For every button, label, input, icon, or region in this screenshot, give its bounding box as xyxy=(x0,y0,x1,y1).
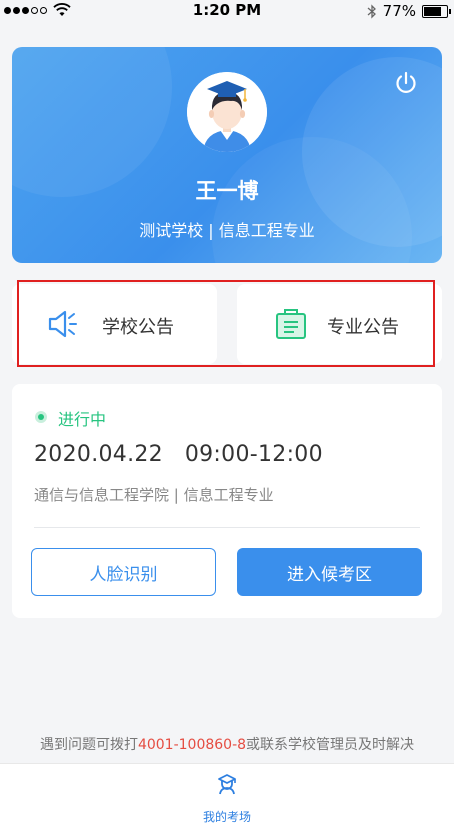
power-icon[interactable] xyxy=(394,71,418,95)
profile-card: 王一博 测试学校 | 信息工程专业 xyxy=(12,47,442,263)
divider xyxy=(34,527,420,528)
notice-row: 学校公告 专业公告 xyxy=(12,284,442,364)
exam-card: 进行中 2020.04.22 09:00-12:00 通信与信息工程学院 | 信… xyxy=(12,384,442,618)
battery-icon xyxy=(422,4,451,18)
speaker-icon xyxy=(48,310,77,338)
school-notice-label: 学校公告 xyxy=(102,317,174,338)
avatar xyxy=(187,72,267,152)
battery-percent: 77% xyxy=(382,2,416,20)
exam-hall-icon xyxy=(218,774,236,795)
major-notice-label: 专业公告 xyxy=(327,317,399,338)
exam-status: 进行中 xyxy=(58,410,107,429)
school-notice-button[interactable]: 学校公告 xyxy=(12,284,217,364)
help-text: 遇到问题可拨打4001-100860-8或联系学校管理员及时解决 xyxy=(0,734,454,754)
user-school-major: 测试学校 | 信息工程专业 xyxy=(139,221,315,240)
help-suffix: 或联系学校管理员及时解决 xyxy=(246,737,415,753)
tab-my-exam-hall[interactable]: 我的考场 xyxy=(177,770,277,824)
tab-label: 我的考场 xyxy=(202,810,251,824)
exam-org: 通信与信息工程学院 | 信息工程专业 xyxy=(34,486,274,504)
enter-waiting-area-button[interactable]: 进入候考区 xyxy=(237,548,422,596)
help-phone[interactable]: 4001-100860-8 xyxy=(138,737,246,753)
bluetooth-icon xyxy=(367,3,376,19)
clipboard-icon xyxy=(276,309,306,339)
help-prefix: 遇到问题可拨打 xyxy=(39,737,138,753)
student-avatar-icon xyxy=(187,72,267,152)
status-bar: 1:20 PM 77% xyxy=(0,0,454,22)
status-dot-icon xyxy=(35,411,47,423)
user-name: 王一博 xyxy=(195,179,259,203)
major-notice-button[interactable]: 专业公告 xyxy=(237,284,442,364)
face-recognition-button[interactable]: 人脸识别 xyxy=(31,548,216,596)
exam-time: 2020.04.22 09:00-12:00 xyxy=(34,442,323,467)
tab-bar: 我的考场 xyxy=(0,763,454,825)
